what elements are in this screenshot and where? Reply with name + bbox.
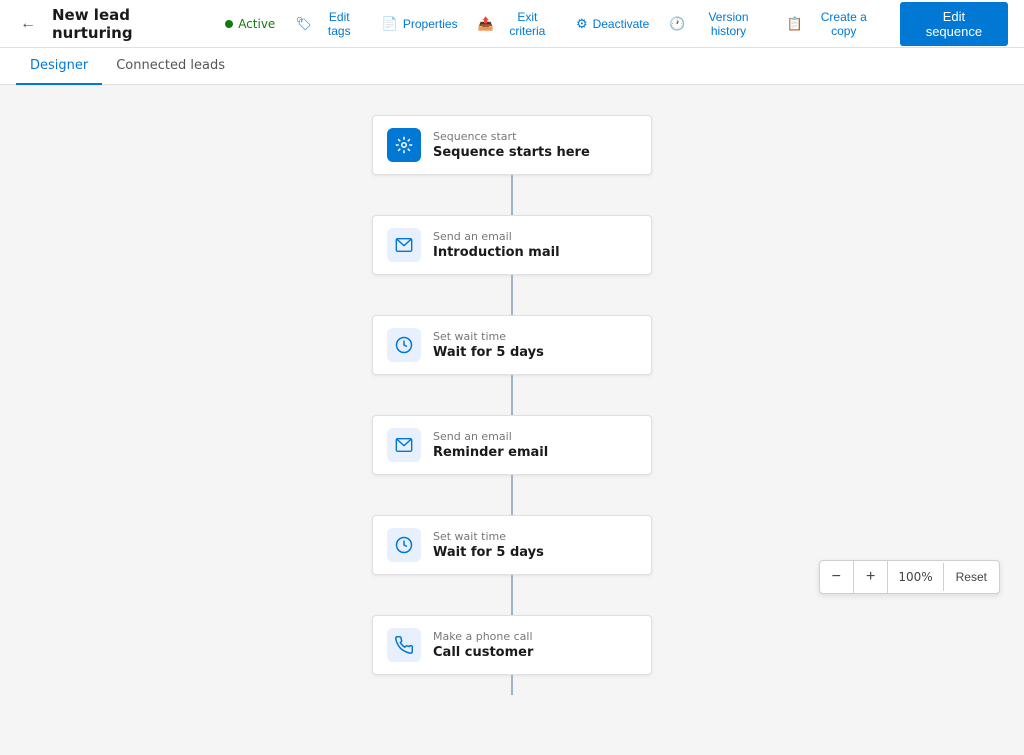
step-sequence-start[interactable]: Sequence start Sequence starts here: [372, 115, 652, 175]
flow-canvas: Sequence start Sequence starts here Send…: [0, 85, 1024, 755]
tabs-bar: Designer Connected leads: [0, 48, 1024, 85]
flow-container: Sequence start Sequence starts here Send…: [362, 115, 662, 695]
reminder-email-label: Send an email: [433, 430, 548, 443]
wait-1-label: Set wait time: [433, 330, 544, 343]
connector-2: [511, 275, 513, 315]
zoom-controls: − + 100% Reset: [819, 560, 1000, 594]
intro-email-label: Send an email: [433, 230, 560, 243]
zoom-in-button[interactable]: +: [854, 561, 888, 593]
reminder-email-title: Reminder email: [433, 445, 548, 460]
create-copy-button[interactable]: 📋 Create a copy: [779, 5, 888, 43]
deactivate-button[interactable]: ⚙ Deactivate: [568, 11, 657, 37]
zoom-reset-button[interactable]: Reset: [944, 563, 999, 591]
clock-icon: 🕐: [669, 16, 685, 32]
wait-icon-2: [387, 528, 421, 562]
wait-icon-1: [387, 328, 421, 362]
back-button[interactable]: ←: [16, 11, 40, 37]
connector-5: [511, 575, 513, 615]
tab-connected-leads[interactable]: Connected leads: [102, 48, 239, 85]
status-dot: [225, 20, 233, 28]
header-actions: 🏷 Edit tags 📄 Properties 📤 Exit criteria…: [287, 2, 1008, 46]
copy-icon: 📋: [787, 16, 803, 32]
connector-3: [511, 375, 513, 415]
status-badge: Active: [225, 17, 275, 31]
phone-icon: [387, 628, 421, 662]
sequence-start-label: Sequence start: [433, 130, 590, 143]
zoom-out-button[interactable]: −: [820, 561, 854, 593]
app-header: ← New lead nurturing Active 🏷 Edit tags …: [0, 0, 1024, 48]
connector-1: [511, 175, 513, 215]
version-history-button[interactable]: 🕐 Version history: [661, 5, 774, 43]
step-intro-email[interactable]: Send an email Introduction mail: [372, 215, 652, 275]
wait-1-title: Wait for 5 days: [433, 345, 544, 360]
connector-4: [511, 475, 513, 515]
exit-criteria-button[interactable]: 📤 Exit criteria: [470, 5, 564, 43]
sequence-start-title: Sequence starts here: [433, 145, 590, 160]
connector-6: [511, 675, 513, 695]
wait-2-title: Wait for 5 days: [433, 545, 544, 560]
step-wait-1[interactable]: Set wait time Wait for 5 days: [372, 315, 652, 375]
edit-tags-button[interactable]: 🏷 Edit tags: [287, 5, 369, 43]
email-icon-1: [387, 228, 421, 262]
wait-2-text: Set wait time Wait for 5 days: [433, 530, 544, 560]
edit-sequence-button[interactable]: Edit sequence: [900, 2, 1008, 46]
step-phone-call[interactable]: Make a phone call Call customer: [372, 615, 652, 675]
status-label: Active: [238, 17, 275, 31]
phone-call-text: Make a phone call Call customer: [433, 630, 533, 660]
exit-icon: 📤: [478, 16, 494, 32]
zoom-level: 100%: [888, 563, 943, 591]
intro-email-title: Introduction mail: [433, 245, 560, 260]
phone-call-label: Make a phone call: [433, 630, 533, 643]
sequence-start-icon: [387, 128, 421, 162]
properties-button[interactable]: 📄 Properties: [374, 11, 466, 37]
intro-email-text: Send an email Introduction mail: [433, 230, 560, 260]
sequence-start-text: Sequence start Sequence starts here: [433, 130, 590, 160]
step-wait-2[interactable]: Set wait time Wait for 5 days: [372, 515, 652, 575]
gear-icon: ⚙: [576, 16, 588, 32]
email-icon-2: [387, 428, 421, 462]
phone-call-title: Call customer: [433, 645, 533, 660]
doc-icon: 📄: [382, 16, 398, 32]
reminder-email-text: Send an email Reminder email: [433, 430, 548, 460]
page-title: New lead nurturing: [52, 6, 213, 42]
wait-2-label: Set wait time: [433, 530, 544, 543]
step-reminder-email[interactable]: Send an email Reminder email: [372, 415, 652, 475]
wait-1-text: Set wait time Wait for 5 days: [433, 330, 544, 360]
tag-icon: 🏷: [295, 16, 312, 32]
tab-designer[interactable]: Designer: [16, 48, 102, 85]
